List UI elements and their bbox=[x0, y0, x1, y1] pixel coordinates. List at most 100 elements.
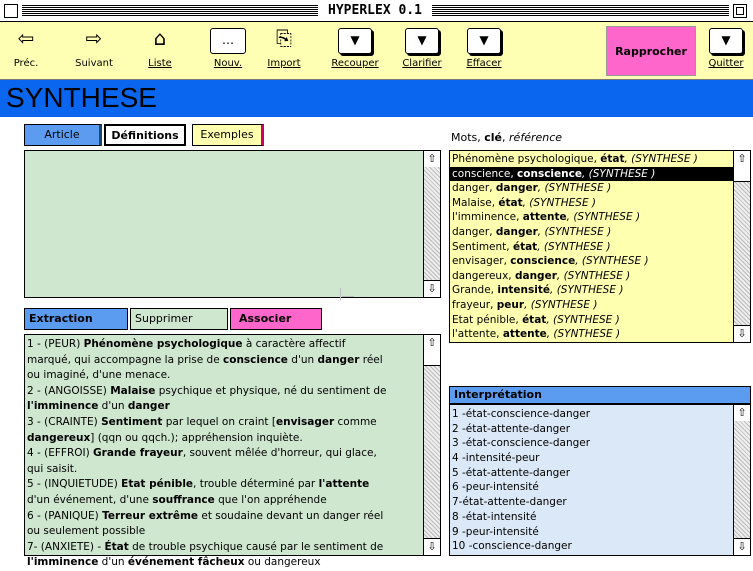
list-button[interactable]: ⌂ Liste bbox=[138, 24, 182, 76]
window-title: HYPERLEX 0.1 bbox=[320, 2, 430, 20]
header-ref: référence bbox=[509, 131, 563, 144]
keyword-item[interactable]: danger, danger, (SYNTHESE ) bbox=[450, 225, 734, 240]
definition-line: 2 - (ANGOISSE) Malaise psychique et phys… bbox=[27, 384, 387, 397]
scroll-up-icon[interactable]: ⇧ bbox=[424, 151, 440, 168]
scroll-up-icon[interactable]: ⇧ bbox=[734, 405, 750, 422]
effacer-label: Effacer bbox=[466, 58, 502, 69]
title-bar-stripes bbox=[432, 5, 729, 17]
definition-line: qui saisit. bbox=[27, 462, 78, 475]
import-label: Import bbox=[267, 58, 301, 69]
next-button[interactable]: ⇨ Suivant bbox=[68, 24, 120, 76]
keyword-item[interactable]: conscience, conscience, (SYNTHESE ) bbox=[450, 166, 734, 182]
interpretation-item[interactable]: 8 -état-intensité bbox=[450, 510, 734, 525]
recouper-button[interactable]: ▼ Recouper bbox=[326, 24, 384, 76]
quit-label: Quitter bbox=[708, 58, 744, 69]
header-cle: clé bbox=[484, 131, 503, 144]
keyword-item[interactable]: l'attente, attente, (SYNTHESE ) bbox=[450, 327, 734, 342]
keyword-item[interactable]: dangereux, danger, (SYNTHESE ) bbox=[450, 269, 734, 284]
definition-line: l'imminence d'un danger bbox=[27, 400, 170, 413]
keyword-item[interactable]: Sentiment, état, (SYNTHESE ) bbox=[450, 240, 734, 255]
clarifier-button[interactable]: ▼ Clarifier bbox=[396, 24, 448, 76]
keywords-list[interactable]: Phénomène psychologique, état, (SYNTHESE… bbox=[449, 150, 751, 343]
interpretation-item[interactable]: 6 -peur-intensité bbox=[450, 480, 734, 495]
recouper-label: Recouper bbox=[331, 58, 379, 69]
effacer-button[interactable]: ▼ Effacer bbox=[458, 24, 510, 76]
interpretation-title: Interprétation bbox=[449, 386, 751, 404]
import-button[interactable]: ⎘ Import bbox=[262, 24, 306, 76]
keyword-item[interactable]: Malaise, état, (SYNTHESE ) bbox=[450, 196, 734, 211]
definition-line: d'un événement, d'une souffrance que l'o… bbox=[27, 493, 327, 506]
new-button[interactable]: … Nouv. bbox=[206, 24, 250, 76]
interpretation-item[interactable]: 4 -intensité-peur bbox=[450, 451, 734, 466]
tab-definitions[interactable]: Définitions bbox=[104, 124, 186, 146]
scroll-down-icon[interactable]: ⇩ bbox=[424, 538, 440, 555]
dropdown-arrow-icon: ▼ bbox=[467, 28, 501, 54]
extraction-button[interactable]: Extraction bbox=[24, 308, 128, 330]
scroll-down-icon[interactable]: ⇩ bbox=[424, 280, 440, 297]
tab-exemples[interactable]: Exemples bbox=[192, 124, 264, 146]
close-box[interactable] bbox=[4, 4, 18, 18]
scroll-thumb[interactable] bbox=[734, 167, 750, 182]
prev-button[interactable]: ⇦ Préc. bbox=[6, 24, 46, 76]
article-scrollbar[interactable]: ⇧ ⇩ bbox=[423, 151, 440, 297]
scroll-down-icon[interactable]: ⇩ bbox=[734, 325, 750, 342]
scroll-down-icon[interactable]: ⇩ bbox=[734, 538, 750, 555]
definition-line: ou imaginé, d'une menace. bbox=[27, 369, 171, 382]
keyword-item[interactable]: envisager, conscience, (SYNTHESE ) bbox=[450, 254, 734, 269]
keywords-scrollbar[interactable]: ⇧ ⇩ bbox=[733, 151, 750, 342]
keyword-item[interactable]: danger, danger, (SYNTHESE ) bbox=[450, 181, 734, 196]
definition-line: 5 - (INQUIETUDE) Etat pénible, trouble d… bbox=[27, 478, 370, 491]
header-mots: Mots bbox=[451, 131, 478, 144]
definitions-list[interactable]: 1 - (PEUR) Phénomène psychologique à car… bbox=[24, 334, 441, 568]
definition-line: 3 - (CRAINTE) Sentiment par lequel on cr… bbox=[27, 415, 377, 428]
title-bar-stripes bbox=[22, 5, 318, 17]
keyword-item[interactable]: l'imminence, attente, (SYNTHESE ) bbox=[450, 210, 734, 225]
scroll-track bbox=[424, 167, 440, 281]
interpretation-item[interactable]: 10 -conscience-danger bbox=[450, 539, 734, 554]
interpretation-list[interactable]: 1 -état-conscience-danger 2 -état-attente… bbox=[449, 404, 751, 556]
interpretation-item[interactable]: 3 -état-conscience-danger bbox=[450, 436, 734, 451]
supprimer-button[interactable]: Supprimer bbox=[130, 308, 228, 330]
page-title: SYNTHESE bbox=[6, 82, 157, 113]
keyword-item[interactable]: frayeur, peur, (SYNTHESE ) bbox=[450, 298, 734, 313]
quit-button[interactable]: ▼ Quitter bbox=[702, 24, 750, 76]
definitions-scrollbar[interactable]: ⇧ ⇩ bbox=[423, 335, 440, 555]
definition-line: ou seulement possible bbox=[27, 525, 146, 538]
scroll-up-icon[interactable]: ⇧ bbox=[734, 151, 750, 168]
keywords-header: Mots, clé, référence bbox=[451, 131, 563, 144]
interpretation-item[interactable]: 1 -état-conscience-danger bbox=[450, 407, 734, 422]
keyword-item[interactable]: Grande, intensité, (SYNTHESE ) bbox=[450, 283, 734, 298]
definition-line: marqué, qui accompagne la prise de consc… bbox=[27, 353, 383, 366]
scroll-track bbox=[734, 421, 750, 539]
next-label: Suivant bbox=[75, 58, 113, 69]
banner: SYNTHESE bbox=[0, 80, 753, 117]
definition-line: dangereux] (qqn ou qqch.); appréhension … bbox=[27, 431, 303, 444]
keyword-item[interactable]: Etat pénible, état, (SYNTHESE ) bbox=[450, 313, 734, 328]
zoom-box[interactable] bbox=[733, 4, 747, 18]
house-icon: ⌂ bbox=[153, 26, 167, 50]
interpretation-item[interactable]: 9 -peur-intensité bbox=[450, 525, 734, 540]
toolbar: ⇦ Préc. ⇨ Suivant ⌂ Liste … Nouv. ⎘ Impo… bbox=[0, 22, 753, 80]
keyword-item[interactable]: Phénomène psychologique, état, (SYNTHESE… bbox=[450, 152, 734, 167]
divider bbox=[342, 296, 354, 297]
arrow-right-icon: ⇨ bbox=[85, 26, 103, 50]
scroll-thumb[interactable] bbox=[424, 351, 440, 366]
window-title-bar[interactable]: HYPERLEX 0.1 bbox=[0, 0, 753, 22]
associer-button[interactable]: Associer bbox=[230, 308, 322, 330]
dropdown-arrow-icon: ▼ bbox=[709, 28, 743, 54]
interpretation-scrollbar[interactable]: ⇧ ⇩ bbox=[733, 405, 750, 555]
interpretation-item[interactable]: 5 -état-attente-danger bbox=[450, 466, 734, 481]
interpretation-item[interactable]: 2 -état-attente-danger bbox=[450, 422, 734, 437]
tab-article[interactable]: Article bbox=[24, 124, 102, 146]
list-label: Liste bbox=[148, 58, 172, 69]
clarifier-label: Clarifier bbox=[402, 58, 442, 69]
new-document-icon: … bbox=[210, 28, 246, 54]
scroll-up-icon[interactable]: ⇧ bbox=[424, 335, 440, 352]
interpretation-item[interactable]: 7-état-attente-danger bbox=[450, 495, 734, 510]
definition-line: 6 - (PANIQUE) Terreur extrême et soudain… bbox=[27, 509, 384, 522]
import-icon: ⎘ bbox=[276, 26, 292, 50]
article-text-area[interactable]: ⇧ ⇩ bbox=[24, 150, 441, 298]
new-label: Nouv. bbox=[213, 58, 243, 69]
divider bbox=[340, 288, 341, 300]
rapprocher-button[interactable]: Rapprocher bbox=[606, 26, 696, 76]
